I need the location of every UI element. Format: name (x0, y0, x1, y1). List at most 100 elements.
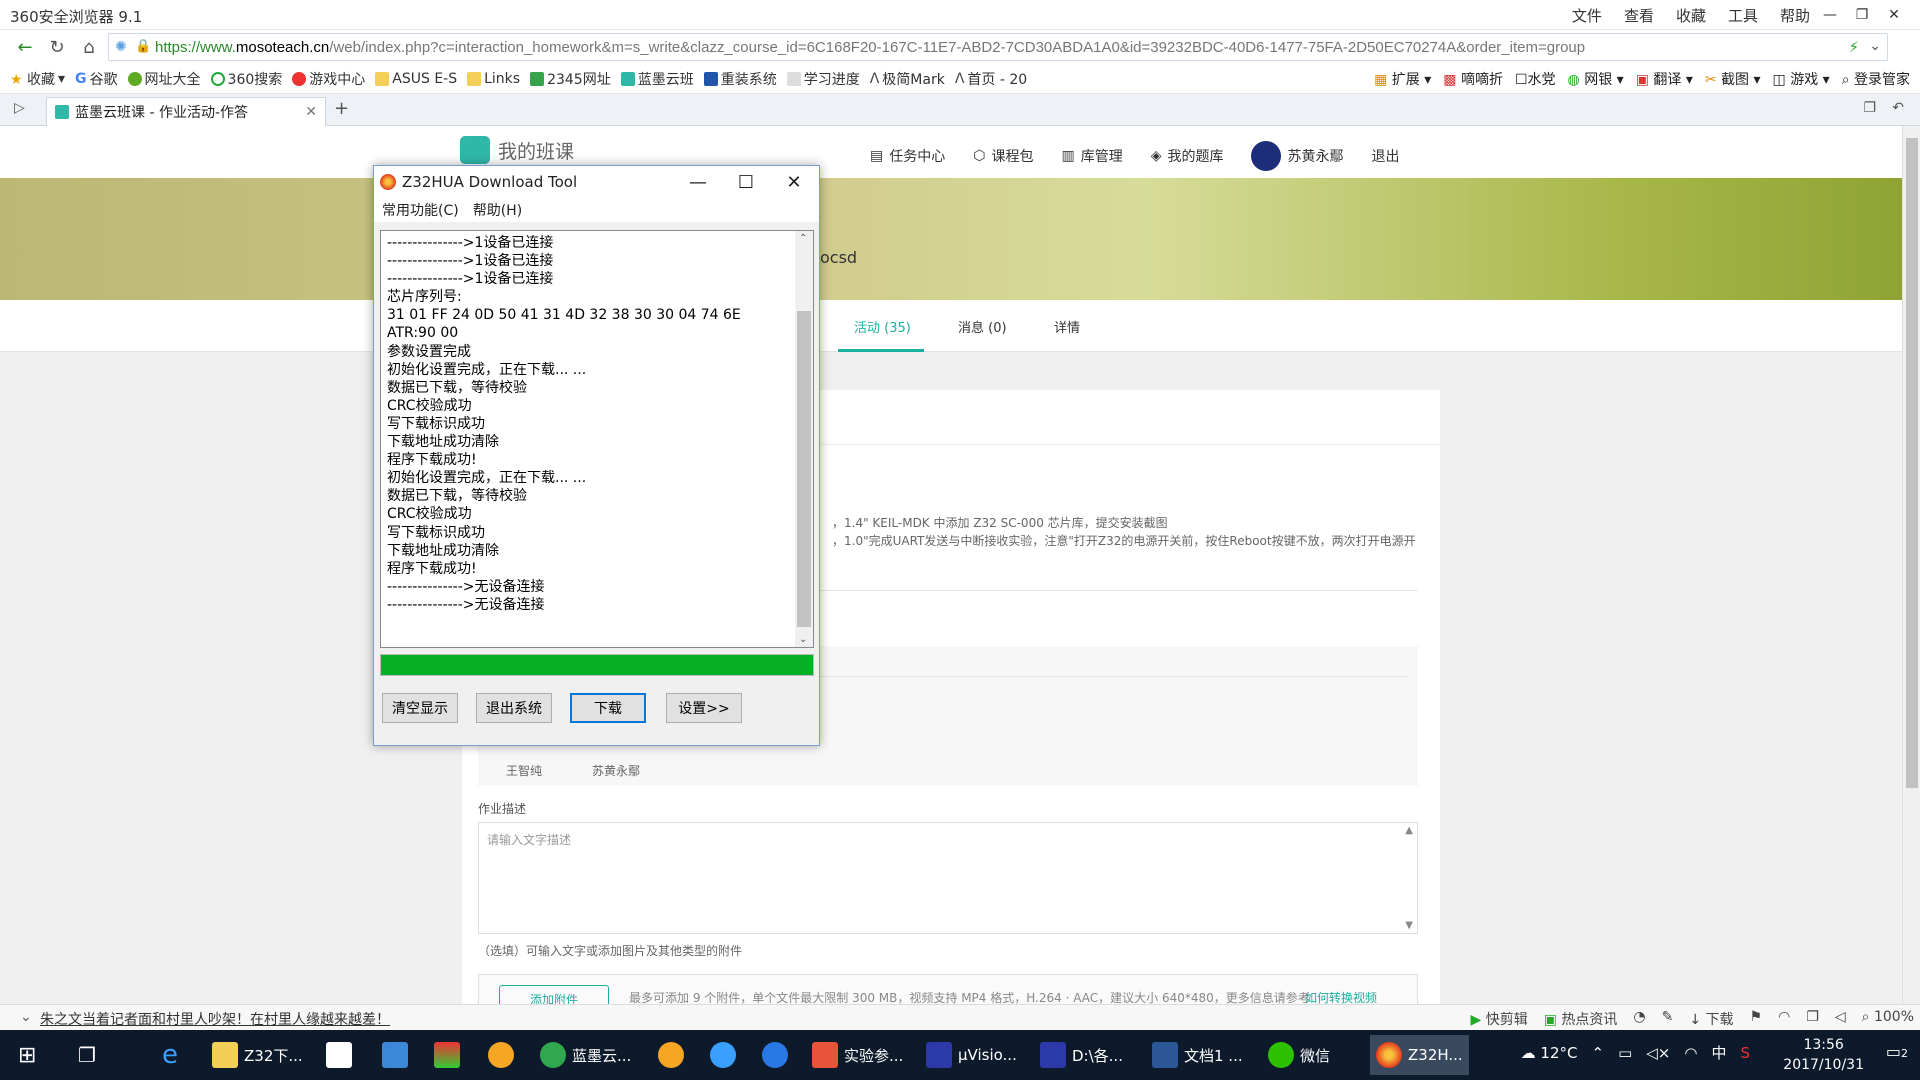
wifi-icon[interactable]: ◠ (1684, 1044, 1697, 1062)
sound-icon[interactable]: ◁ (1835, 1009, 1846, 1029)
download-button[interactable]: 下载 (570, 693, 646, 723)
add-attachment-button[interactable]: 添加附件 (499, 985, 609, 1004)
volume-icon[interactable]: ◁× (1646, 1044, 1670, 1062)
clear-display-button[interactable]: 清空显示 (382, 693, 458, 723)
nav-logout[interactable]: 退出 (1371, 146, 1399, 166)
menu-tools[interactable]: 工具 (1728, 5, 1758, 26)
bookmark-reinstall[interactable]: 重装系统 (703, 69, 777, 89)
bookmark-games[interactable]: 游戏中心 (292, 69, 365, 89)
lightning-icon[interactable]: ⚡ (1848, 38, 1859, 56)
tab-mosoteach[interactable]: 蓝墨云班课 - 作业活动-作答 ✕ (46, 97, 326, 126)
taskbar-item-word[interactable]: 文档1 ... (1146, 1035, 1249, 1075)
page-scrollbar[interactable] (1902, 126, 1920, 1004)
speed-icon[interactable]: ◠ (1778, 1009, 1790, 1029)
bookmark-links[interactable]: Links (467, 71, 520, 87)
close-icon[interactable]: ✕ (1878, 2, 1910, 28)
start-button[interactable]: ⊞ (12, 1035, 42, 1075)
home-icon[interactable]: ⌂ (76, 34, 102, 60)
nav-task-center[interactable]: ▤ 任务中心 (870, 146, 945, 166)
bookmark-home[interactable]: ᐱ 首页 - 20 (955, 69, 1027, 89)
taskbar-app[interactable] (756, 1035, 794, 1075)
hot-news-button[interactable]: ▣ 热点资讯 (1544, 1009, 1618, 1029)
tab-messages[interactable]: 消息 (0) (958, 317, 1007, 336)
chevron-up-icon[interactable]: ⌃ (1591, 1044, 1604, 1062)
weather-widget[interactable]: ☁ 12°C (1521, 1044, 1578, 1062)
bookmark-google[interactable]: G 谷歌 (75, 69, 118, 89)
bookmark-progress[interactable]: 学习进度 (786, 69, 860, 89)
maximize-icon[interactable]: ☐ (722, 166, 770, 198)
bank-button[interactable]: ◍ 网银 ▾ (1568, 69, 1624, 89)
translate-button[interactable]: ▣ 翻译 ▾ (1636, 69, 1693, 89)
taskbar-app[interactable] (376, 1035, 414, 1075)
taskbar-item-z32tool[interactable]: Z32H... (1370, 1035, 1469, 1075)
convert-video-link[interactable]: 如何转换视频 (1305, 989, 1377, 1004)
exit-system-button[interactable]: 退出系统 (476, 693, 552, 723)
sidebar-toggle-icon[interactable]: ▷ (14, 100, 25, 116)
pin-icon[interactable]: ✎ (1662, 1009, 1674, 1029)
taskbar-app[interactable] (428, 1035, 466, 1075)
menu-help[interactable]: 帮助 (1780, 5, 1810, 26)
back-icon[interactable]: ← (12, 34, 38, 60)
taskbar-app[interactable] (482, 1035, 520, 1075)
ime-indicator[interactable]: 中 (1711, 1042, 1726, 1063)
taskbar-item-explorer[interactable]: Z32下... (206, 1035, 309, 1075)
site-logo[interactable]: 我的班课 (460, 136, 574, 164)
chevron-down-icon[interactable]: ⌄ (1869, 38, 1881, 54)
task-view-button[interactable]: ❐ (72, 1035, 102, 1075)
close-icon[interactable]: ✕ (770, 166, 818, 198)
tab-details[interactable]: 详情 (1054, 317, 1080, 336)
flag-icon[interactable]: ⚑ (1750, 1009, 1763, 1029)
games-button[interactable]: ◫ 游戏 ▾ (1773, 69, 1830, 89)
minimize-icon[interactable]: — (1814, 2, 1846, 28)
nav-course-package[interactable]: ⬡ 课程包 (973, 146, 1033, 166)
taskbar-item-pdf[interactable]: 实验参... (806, 1035, 909, 1075)
page-scroll-thumb[interactable] (1906, 138, 1918, 788)
taskbar-app[interactable] (652, 1035, 690, 1075)
battery-icon[interactable]: ▭ (1618, 1044, 1632, 1062)
login-manager-button[interactable]: ⌕ 登录管家 (1842, 69, 1910, 89)
extensions-button[interactable]: ▦ 扩展 ▾ (1374, 69, 1431, 89)
bookmark-mosoteach[interactable]: 蓝墨云班 (620, 69, 694, 89)
taskbar-item-wechat[interactable]: 微信 (1262, 1035, 1336, 1075)
tab-activities[interactable]: 活动 (35) (854, 317, 911, 336)
taskbar-item-uvision[interactable]: μVisio... (920, 1035, 1023, 1075)
taskbar-item-browser[interactable]: 蓝墨云... (534, 1035, 637, 1075)
menu-common-functions[interactable]: 常用功能(C) (382, 200, 459, 220)
notification-button[interactable]: ▭2 (1886, 1042, 1908, 1061)
edge-button[interactable]: e (156, 1035, 184, 1075)
restore-tabs-icon[interactable]: ❐ (1863, 100, 1876, 116)
news-ticker[interactable]: 朱之文当着记者面和村里人吵架！在村里人缘越来越差！ (40, 1009, 390, 1029)
nav-library[interactable]: ▥ 库管理 (1061, 146, 1122, 166)
new-tab-icon[interactable]: + (334, 98, 349, 119)
log-scroll-thumb[interactable] (797, 311, 811, 627)
nav-user[interactable]: 苏黄永鄢 (1251, 141, 1343, 171)
shuidang-button[interactable]: ☐水党 (1515, 69, 1556, 89)
settings-button[interactable]: 设置>> (666, 693, 742, 723)
nav-question-bank[interactable]: ◈ 我的题库 (1151, 146, 1224, 166)
chevron-down-icon[interactable]: ⌄ (20, 1009, 32, 1025)
menu-help[interactable]: 帮助(H) (473, 200, 522, 220)
menu-view[interactable]: 查看 (1624, 5, 1654, 26)
scroll-down-icon[interactable]: ▼ (1405, 920, 1413, 931)
zoom-level[interactable]: ⌕ 100% (1862, 1009, 1914, 1029)
restore-icon[interactable]: ❐ (1846, 2, 1878, 28)
scroll-up-icon[interactable]: ⌃ (799, 233, 807, 244)
didizhe-button[interactable]: ▩ 嘀嘀折 (1443, 69, 1503, 89)
bookmark-360search[interactable]: 360搜索 (210, 69, 282, 89)
description-textarea[interactable]: 请输入文字描述 ▲ ▼ (478, 822, 1418, 934)
cleanup-icon[interactable]: ◔ (1633, 1009, 1645, 1029)
clock[interactable]: 13:56 2017/10/31 (1783, 1035, 1864, 1075)
menu-file[interactable]: 文件 (1572, 5, 1602, 26)
download-button[interactable]: ↓ 下载 (1689, 1009, 1733, 1029)
undo-icon[interactable]: ↶ (1892, 100, 1904, 116)
bookmark-asus[interactable]: ASUS E-S (375, 71, 457, 87)
taskbar-store[interactable] (320, 1035, 358, 1075)
minimize-icon[interactable]: — (674, 166, 722, 198)
taskbar-ie[interactable] (704, 1035, 742, 1075)
quick-edit-button[interactable]: ▶ 快剪辑 (1470, 1009, 1527, 1029)
url-input[interactable]: ✺ 🔒 https://www.mosoteach.cn/web/index.p… (108, 33, 1888, 61)
bookmark-favorites[interactable]: ★ 收藏 ▾ (10, 69, 65, 89)
bookmark-hao123[interactable]: 网址大全 (127, 69, 201, 89)
scroll-down-icon[interactable]: ⌄ (799, 634, 807, 645)
scroll-up-icon[interactable]: ▲ (1405, 825, 1413, 836)
